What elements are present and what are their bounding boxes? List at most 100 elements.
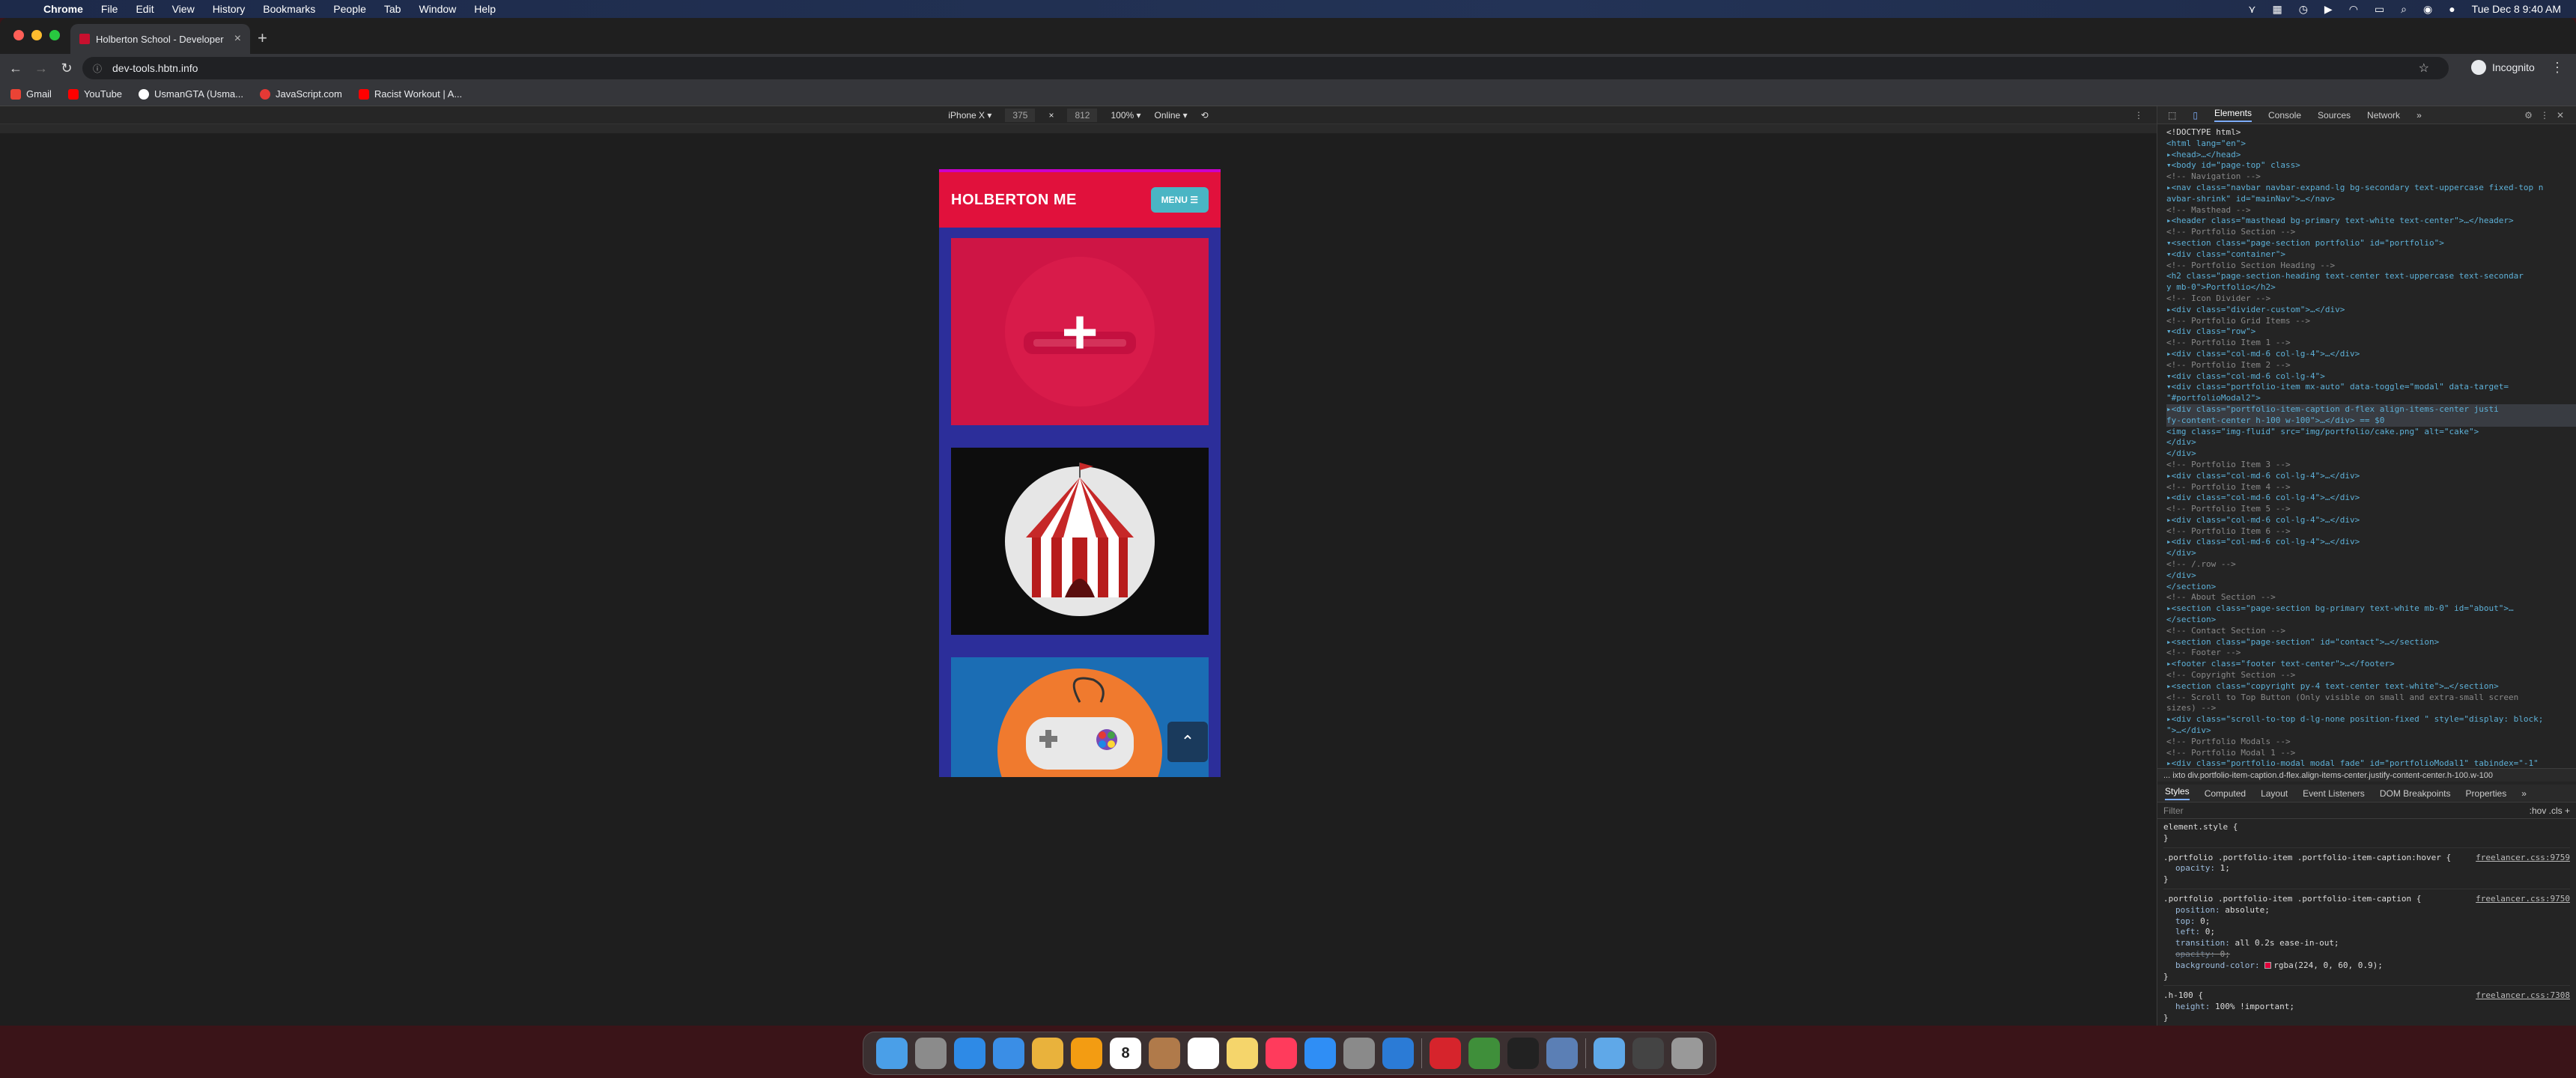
dom-node-line[interactable]: ▸<footer class="footer text-center">…</f… xyxy=(2166,659,2576,670)
css-source-link[interactable]: freelancer.css:7308 xyxy=(2476,990,2570,1002)
dom-node-line[interactable]: <!-- Portfolio Section --> xyxy=(2166,227,2576,238)
dom-node-line[interactable]: </div> xyxy=(2166,548,2576,559)
styles-filter-actions[interactable]: :hov .cls + xyxy=(2530,806,2570,816)
reminders-icon[interactable] xyxy=(1188,1038,1219,1069)
dom-node-line[interactable]: <!-- Portfolio Item 5 --> xyxy=(2166,504,2576,515)
launchpad-icon[interactable] xyxy=(915,1038,947,1069)
menu-chrome[interactable]: Chrome xyxy=(43,3,83,15)
dom-node-line[interactable]: ▸<div class="portfolio-item-caption d-fl… xyxy=(2166,404,2576,415)
zoom-select[interactable]: 100% ▾ xyxy=(1111,110,1140,121)
portfolio-item-cake[interactable]: + xyxy=(951,238,1209,425)
dom-node-line[interactable]: <html lang="en"> xyxy=(2166,138,2576,150)
incognito-badge[interactable]: Incognito xyxy=(2471,60,2535,75)
chrome-icon[interactable] xyxy=(1468,1038,1500,1069)
dom-node-line[interactable]: ▸<header class="masthead bg-primary text… xyxy=(2166,216,2576,227)
tab-properties[interactable]: Properties xyxy=(2466,788,2507,799)
dom-node-line[interactable]: <!-- Portfolio Section Heading --> xyxy=(2166,261,2576,272)
menu-tab[interactable]: Tab xyxy=(384,3,401,15)
news-icon[interactable] xyxy=(1266,1038,1297,1069)
css-property[interactable]: height: 100% !important; xyxy=(2163,1002,2570,1013)
close-tab-icon[interactable]: × xyxy=(234,32,241,46)
url-text[interactable]: dev-tools.hbtn.info xyxy=(112,62,198,74)
dom-node-line[interactable]: ▾<body id="page-top" class> xyxy=(2166,160,2576,171)
reload-icon[interactable]: ↻ xyxy=(57,61,76,76)
tab-more[interactable]: » xyxy=(2416,110,2422,121)
new-tab-icon[interactable]: + xyxy=(258,28,267,48)
site-menu-button[interactable]: MENU ☰ xyxy=(1150,187,1209,213)
tab-console[interactable]: Console xyxy=(2268,110,2301,121)
search-icon[interactable]: ⌕ xyxy=(2401,3,2407,16)
css-property[interactable]: opacity: 1; xyxy=(2163,863,2570,874)
css-property[interactable]: top: 0; xyxy=(2163,916,2570,928)
settings-gear-icon[interactable]: ⚙ xyxy=(2524,110,2533,121)
menu-file[interactable]: File xyxy=(101,3,118,15)
chrome-menu-icon[interactable]: ⋮ xyxy=(2551,60,2564,76)
notes-icon[interactable] xyxy=(1227,1038,1258,1069)
dom-breadcrumb[interactable]: ... ixto div.portfolio-item-caption.d-fl… xyxy=(2157,768,2576,782)
bookmark-gmail[interactable]: Gmail xyxy=(10,88,52,100)
dom-node-line[interactable]: <!-- Navigation --> xyxy=(2166,171,2576,183)
dom-node-line[interactable]: </div> xyxy=(2166,570,2576,582)
inspect-element-icon[interactable]: ⬚ xyxy=(2168,110,2176,121)
dom-node-line[interactable]: ▸<div class="col-md-6 col-lg-4">…</div> xyxy=(2166,471,2576,482)
photos-icon[interactable] xyxy=(1071,1038,1102,1069)
dom-node-line[interactable]: <!-- Portfolio Grid Items --> xyxy=(2166,316,2576,327)
rotate-icon[interactable]: ⟲ xyxy=(1201,110,1209,121)
dom-node-line[interactable]: ▸<div class="divider-custom">…</div> xyxy=(2166,305,2576,316)
tab-computed[interactable]: Computed xyxy=(2205,788,2246,799)
scroll-to-top-button[interactable]: ⌃ xyxy=(1167,722,1208,762)
dom-node-line[interactable]: sizes) --> xyxy=(2166,703,2576,714)
zoom-window-icon[interactable] xyxy=(49,30,60,40)
device-toolbar-menu-icon[interactable]: ⋮ xyxy=(2134,110,2143,121)
play-status-icon[interactable]: ▶ xyxy=(2324,3,2333,16)
bookmark-racist-workout[interactable]: Racist Workout | A... xyxy=(358,88,462,100)
trash-icon[interactable] xyxy=(1671,1038,1703,1069)
safari-icon[interactable] xyxy=(954,1038,985,1069)
portfolio-item-circus[interactable] xyxy=(951,448,1209,635)
dom-node-line[interactable]: "#portfolioModal2"> xyxy=(2166,393,2576,404)
wifi-icon[interactable]: ◠ xyxy=(2349,3,2358,16)
menu-bookmarks[interactable]: Bookmarks xyxy=(263,3,315,15)
dom-node-line[interactable]: ▸<div class="col-md-6 col-lg-4">…</div> xyxy=(2166,537,2576,548)
css-rule[interactable]: .portfolio .portfolio-item .portfolio-it… xyxy=(2163,853,2570,889)
css-rule[interactable]: .h-100 {freelancer.css:7308 height: 100% … xyxy=(2163,990,2570,1026)
dom-node-line[interactable]: ▸<div class="scroll-to-top d-lg-none pos… xyxy=(2166,714,2576,725)
css-property[interactable]: transition: all 0.2s ease-in-out; xyxy=(2163,938,2570,949)
contacts-icon[interactable] xyxy=(1149,1038,1180,1069)
css-rule[interactable]: .portfolio .portfolio-item .portfolio-it… xyxy=(2163,894,2570,987)
dom-node-line[interactable]: <!-- Portfolio Modal 1 --> xyxy=(2166,748,2576,759)
dom-node-line[interactable]: ▸<head>…</head> xyxy=(2166,150,2576,161)
css-rule[interactable]: element.style {} xyxy=(2163,822,2570,848)
minimize-window-icon[interactable] xyxy=(31,30,42,40)
css-property[interactable]: opacity: 0; xyxy=(2163,949,2570,960)
dom-node-line[interactable]: fy-content-center h-100 w-100">…</div> =… xyxy=(2166,415,2576,427)
back-icon[interactable]: ← xyxy=(6,61,25,76)
timer-status-icon[interactable]: ◷ xyxy=(2299,3,2308,16)
slack-icon[interactable] xyxy=(1032,1038,1063,1069)
tab-styles[interactable]: Styles xyxy=(2165,786,2190,800)
dom-node-line[interactable]: ▸<div class="portfolio-modal modal fade"… xyxy=(2166,758,2576,768)
width-input[interactable]: 375 xyxy=(1005,108,1036,122)
dom-node-line[interactable]: <!-- Copyright Section --> xyxy=(2166,670,2576,681)
expressvpn-status-icon[interactable]: ⋎ xyxy=(2248,3,2255,16)
dom-node-line[interactable]: <!-- /.row --> xyxy=(2166,559,2576,570)
dom-node-line[interactable]: <!-- Portfolio Item 4 --> xyxy=(2166,482,2576,493)
terminal-icon[interactable] xyxy=(1507,1038,1539,1069)
expressvpn-icon[interactable] xyxy=(1430,1038,1461,1069)
browser-tab[interactable]: Holberton School - Developer × xyxy=(70,24,250,54)
dom-node-line[interactable]: <!DOCTYPE html> xyxy=(2166,127,2576,138)
menu-window[interactable]: Window xyxy=(419,3,456,15)
dom-node-line[interactable]: <!-- Portfolio Item 2 --> xyxy=(2166,360,2576,371)
bookmark-javascript[interactable]: JavaScript.com xyxy=(260,88,342,100)
downloads-icon[interactable] xyxy=(1632,1038,1664,1069)
dom-node-line[interactable]: <!-- Portfolio Item 6 --> xyxy=(2166,526,2576,538)
dom-node-line[interactable]: ▸<section class="page-section bg-primary… xyxy=(2166,603,2576,615)
dom-node-line[interactable]: <!-- Footer --> xyxy=(2166,648,2576,659)
dom-node-line[interactable]: ▾<div class="col-md-6 col-lg-4"> xyxy=(2166,371,2576,383)
battery-icon[interactable]: ▭ xyxy=(2375,3,2384,16)
dom-node-line[interactable]: ▾<section class="page-section portfolio"… xyxy=(2166,238,2576,249)
dom-node-line[interactable]: <!-- Portfolio Item 1 --> xyxy=(2166,338,2576,349)
calendar-icon[interactable]: 8 xyxy=(1110,1038,1141,1069)
siri-icon[interactable]: ● xyxy=(2449,3,2455,15)
dom-node-line[interactable]: <!-- Portfolio Modals --> xyxy=(2166,737,2576,748)
